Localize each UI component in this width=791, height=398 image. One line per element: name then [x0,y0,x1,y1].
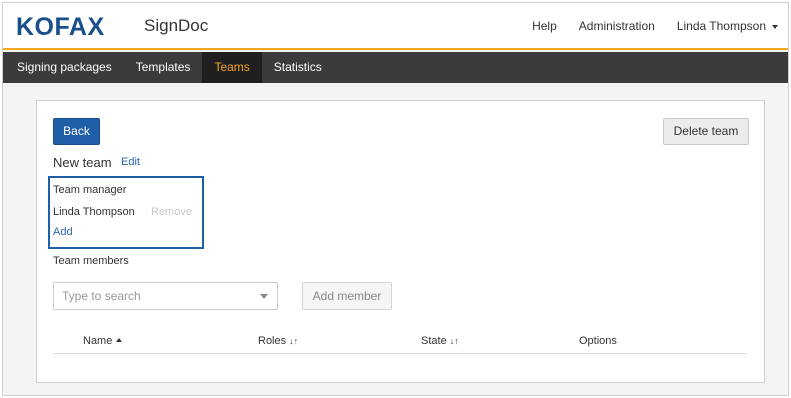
column-header-state[interactable]: State ↓↑ [421,335,459,347]
administration-link[interactable]: Administration [579,19,655,33]
kofax-logo[interactable]: KOFAX [16,13,105,42]
remove-manager-link[interactable]: Remove [151,206,192,218]
nav-templates[interactable]: Templates [124,52,203,83]
add-member-button[interactable]: Add member [302,282,392,310]
team-members-label: Team members [53,255,129,267]
help-link[interactable]: Help [532,19,557,33]
top-links: Help Administration Linda Thompson [532,19,778,33]
user-menu[interactable]: Linda Thompson [677,19,778,33]
header: KOFAX SignDoc Help Administration Linda … [3,3,788,50]
sort-icon: ↓↑ [449,336,459,346]
column-label: Name [83,335,113,347]
nav-teams[interactable]: Teams [202,52,262,83]
app-window: KOFAX SignDoc Help Administration Linda … [2,2,789,396]
delete-team-button[interactable]: Delete team [663,118,749,145]
back-button[interactable]: Back [53,118,100,145]
nav-signing-packages[interactable]: Signing packages [3,52,124,83]
column-header-roles[interactable]: Roles ↓↑ [258,335,298,347]
nav-statistics[interactable]: Statistics [262,52,334,83]
member-search-input[interactable] [54,283,254,309]
team-panel: Back Delete team New team Edit Team mana… [36,100,765,383]
user-name: Linda Thompson [676,19,766,33]
members-table-header: Name Roles ↓↑ State ↓↑ Options [53,328,747,354]
member-search-select[interactable] [53,282,278,310]
sort-ascending-icon [116,338,123,343]
edit-team-link[interactable]: Edit [121,156,140,168]
team-name: New team [53,155,112,170]
main-nav: Signing packages Templates Teams Statist… [3,52,788,83]
column-label: State [421,335,447,347]
column-label: Options [579,335,617,347]
team-manager-name: Linda Thompson [53,206,135,218]
add-manager-link[interactable]: Add [53,226,73,238]
column-header-options: Options [579,335,617,347]
sort-icon: ↓↑ [289,336,299,346]
product-name: SignDoc [144,16,209,35]
chevron-down-icon[interactable] [260,294,268,299]
column-label: Roles [258,335,287,347]
team-manager-label: Team manager [53,184,127,196]
chevron-down-icon [772,24,778,29]
column-header-name[interactable]: Name [83,335,123,347]
